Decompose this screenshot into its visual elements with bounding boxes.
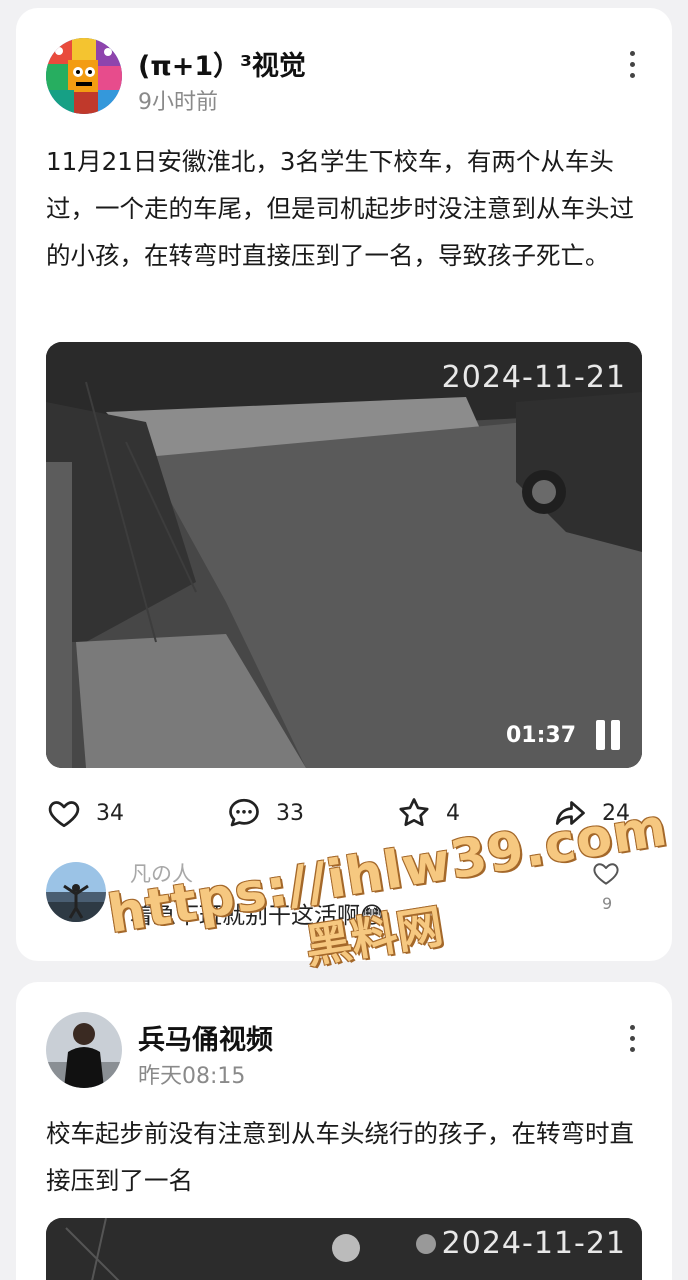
more-vertical-icon[interactable] bbox=[618, 44, 646, 84]
star-icon bbox=[399, 798, 429, 827]
post-time: 昨天08:15 bbox=[138, 1064, 246, 1089]
more-vertical-icon[interactable] bbox=[618, 1018, 646, 1058]
post-card[interactable]: 兵马俑视频 昨天08:15 校车起步前没有注意到从车头绕行的孩子，在转弯时直接压… bbox=[16, 982, 672, 1280]
post-text[interactable]: 11月21日安徽淮北，3名学生下校车，有两个从车头过，一个走的车尾，但是司机起步… bbox=[46, 138, 646, 279]
video-player[interactable]: 2024-11-21 01:37 bbox=[46, 342, 642, 768]
like-button[interactable]: 34 bbox=[46, 788, 124, 838]
author-avatar[interactable] bbox=[46, 1012, 122, 1088]
commenter-avatar[interactable] bbox=[46, 862, 106, 922]
video-date-overlay: 2024-11-21 bbox=[441, 360, 626, 395]
comment-bubble-icon bbox=[229, 798, 259, 827]
video-player[interactable]: 2024-11-21 bbox=[46, 1218, 642, 1280]
comment-count: 33 bbox=[276, 800, 304, 826]
favorite-count: 4 bbox=[446, 800, 460, 826]
comment-button[interactable]: 33 bbox=[226, 788, 304, 838]
post-time: 9小时前 bbox=[138, 90, 218, 115]
video-duration: 01:37 bbox=[505, 723, 576, 748]
post-header: 兵马俑视频 昨天08:15 bbox=[46, 1012, 646, 1092]
like-count: 34 bbox=[96, 800, 124, 826]
video-frame bbox=[46, 342, 642, 768]
author-name[interactable]: 兵马俑视频 bbox=[138, 1018, 273, 1057]
post-text[interactable]: 校车起步前没有注意到从车头绕行的孩子，在转弯时直接压到了一名 bbox=[46, 1110, 646, 1204]
post-header: (π+1）³视觉 9小时前 bbox=[46, 38, 646, 118]
author-name[interactable]: (π+1）³视觉 bbox=[138, 44, 306, 83]
author-avatar[interactable] bbox=[46, 38, 122, 114]
pause-icon[interactable] bbox=[594, 720, 622, 750]
heart-icon bbox=[48, 801, 80, 828]
video-date-overlay: 2024-11-21 bbox=[441, 1226, 626, 1261]
